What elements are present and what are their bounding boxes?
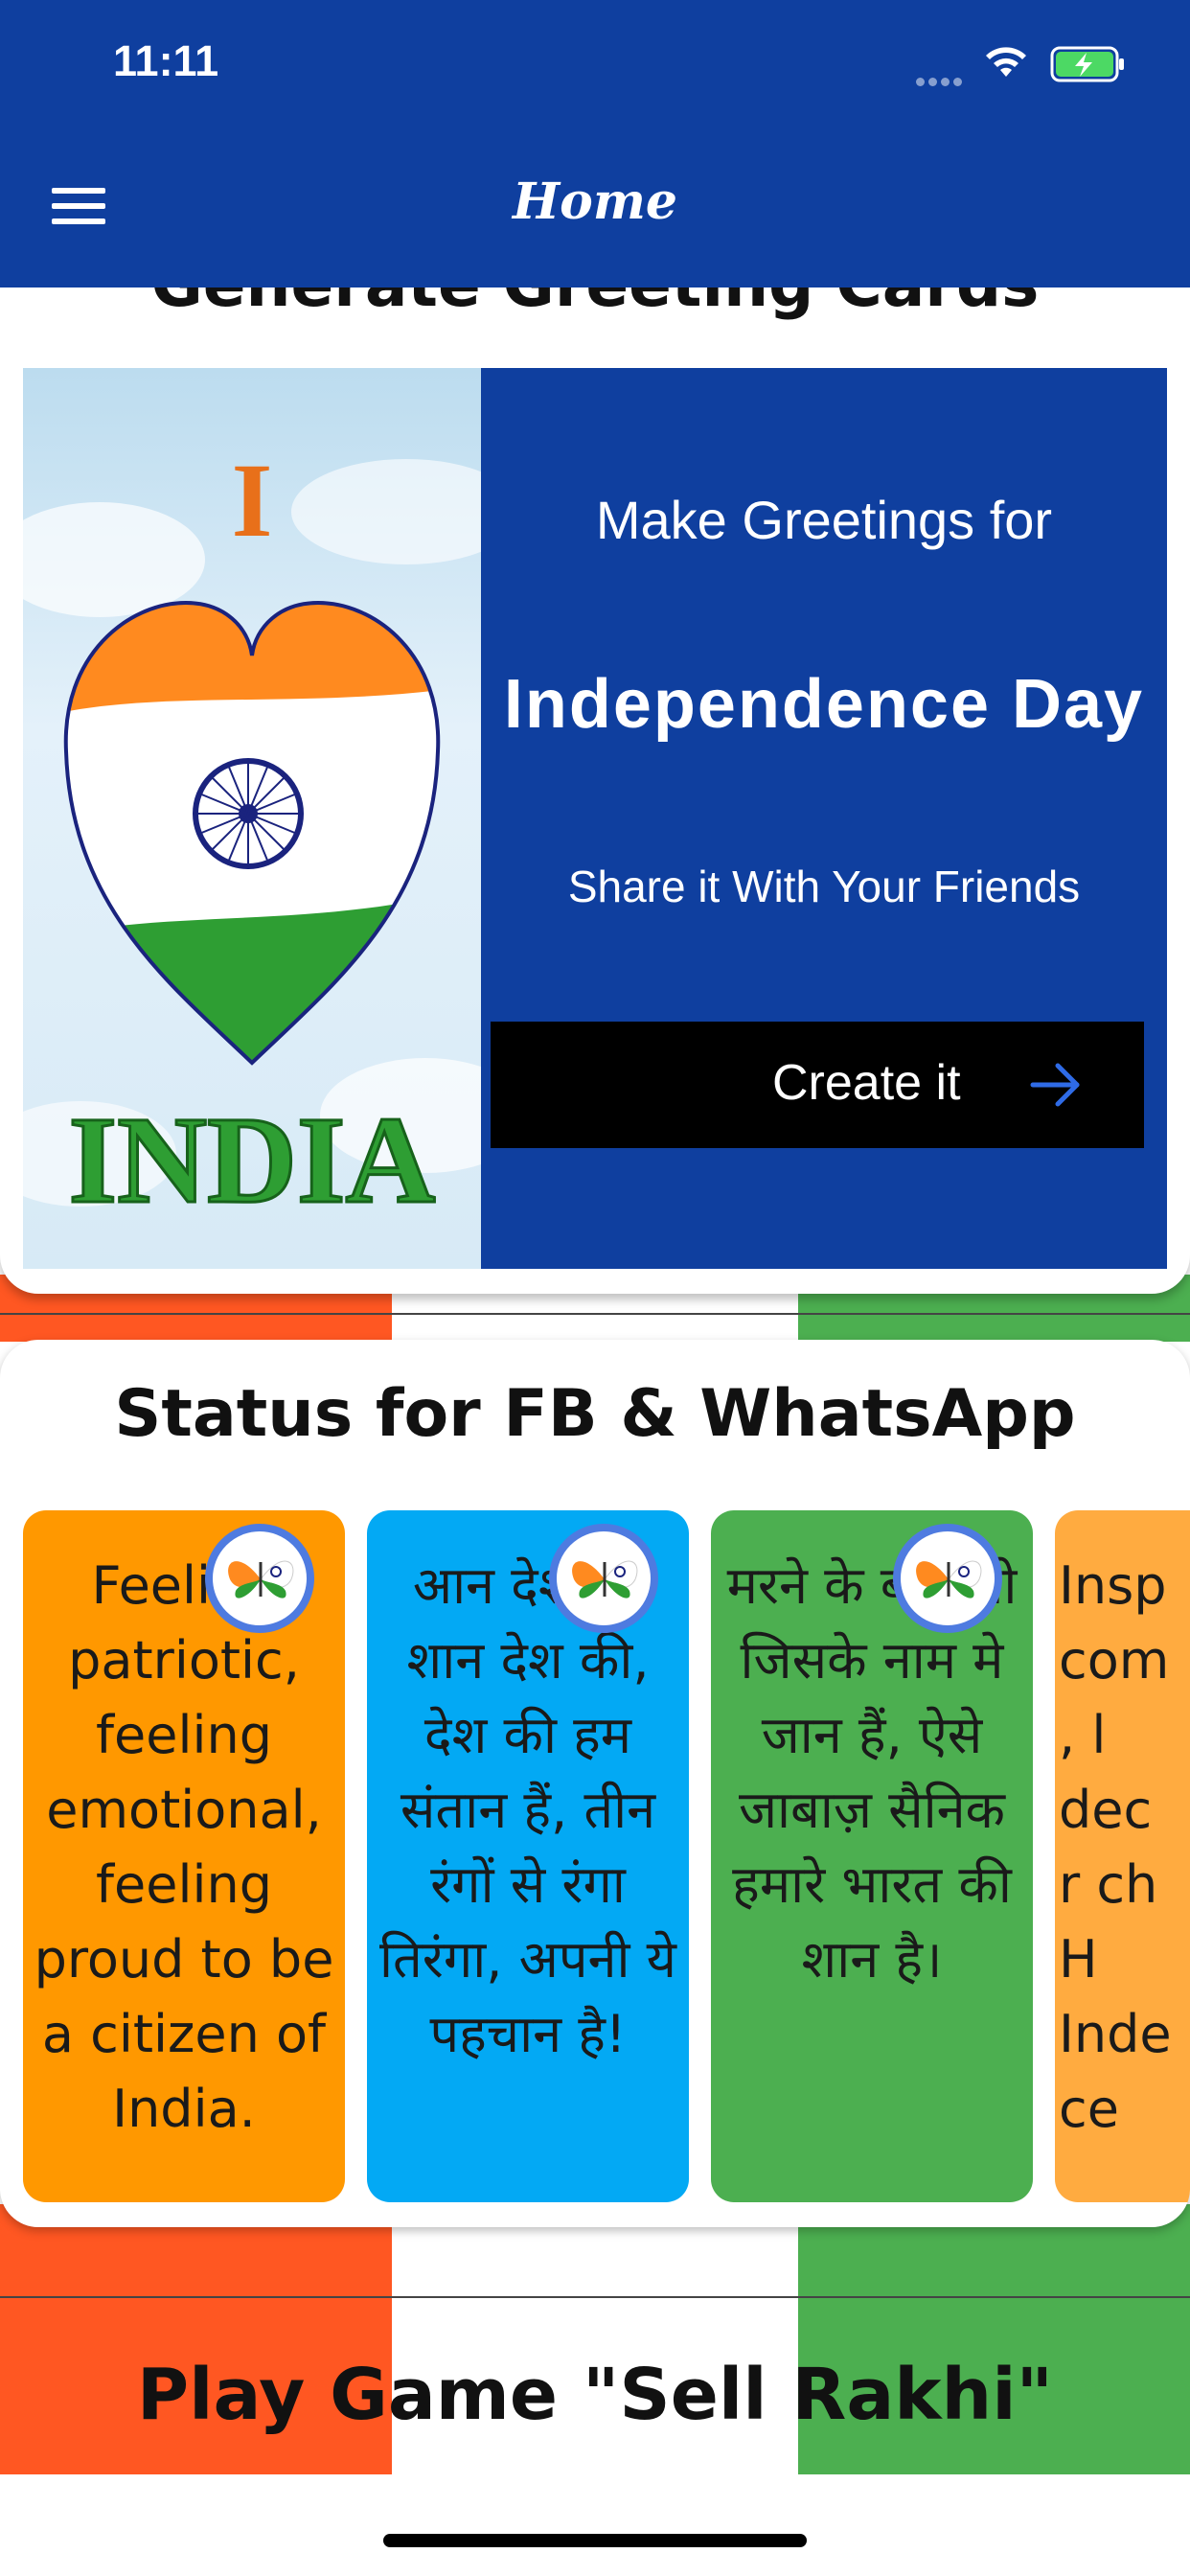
heart-flag-illustration: I INDIA	[23, 442, 481, 1231]
status-time: 11:11	[113, 36, 219, 85]
butterfly-flag-icon[interactable]	[549, 1524, 658, 1633]
status-section: Status for FB & WhatsApp Feeling patriot…	[0, 1340, 1190, 2227]
make-greetings-text: Make Greetings for	[595, 490, 1053, 550]
arrow-right-icon	[1030, 1063, 1080, 1107]
play-game-heading[interactable]: Play Game "Sell Rakhi"	[0, 2354, 1190, 2436]
app-header: 11:11 Home	[0, 0, 1190, 288]
status-section-heading: Status for FB & WhatsApp	[114, 1376, 1076, 1452]
status-card[interactable]: Insp com , l dec r ch H Inde ce	[1055, 1510, 1190, 2202]
greeting-section-heading: Generate Greeting Cards	[0, 288, 1190, 321]
create-it-button[interactable]: Create it	[491, 1022, 1144, 1148]
image-bottom-text: INDIA	[69, 1092, 436, 1230]
status-card-text: Feeling patriotic, feeling emotional, fe…	[34, 1555, 334, 2139]
wifi-icon	[986, 47, 1026, 77]
page-title: Home	[513, 172, 677, 231]
butterfly-flag-icon[interactable]	[205, 1524, 314, 1633]
status-card-text: Insp com , l dec r ch H Inde ce	[1059, 1555, 1172, 2139]
share-with-friends-text: Share it With Your Friends	[567, 862, 1081, 911]
home-indicator[interactable]	[383, 2534, 807, 2547]
status-card[interactable]: Feeling patriotic, feeling emotional, fe…	[23, 1510, 345, 2202]
independence-day-title: Independence Day	[503, 666, 1145, 743]
cellular-signal-icon	[916, 72, 966, 90]
butterfly-flag-icon[interactable]	[893, 1524, 1002, 1633]
create-it-label: Create it	[772, 1055, 961, 1111]
battery-charging-icon	[1050, 46, 1124, 82]
status-card-text: आन देश की शान देश की, देश की हम संतान है…	[379, 1555, 676, 2064]
i-love-india-image[interactable]: I INDIA	[23, 368, 481, 1269]
greeting-info-panel: Make Greetings for Independence Day Shar…	[481, 368, 1167, 1269]
status-card[interactable]: मरने के बाद भी जिसके नाम मे जान हैं, ऐसे…	[711, 1510, 1033, 2202]
image-top-text: I	[232, 442, 273, 559]
greeting-card-section: Generate Greeting Cards I	[0, 288, 1190, 1294]
status-card[interactable]: आन देश की शान देश की, देश की हम संतान है…	[367, 1510, 689, 2202]
